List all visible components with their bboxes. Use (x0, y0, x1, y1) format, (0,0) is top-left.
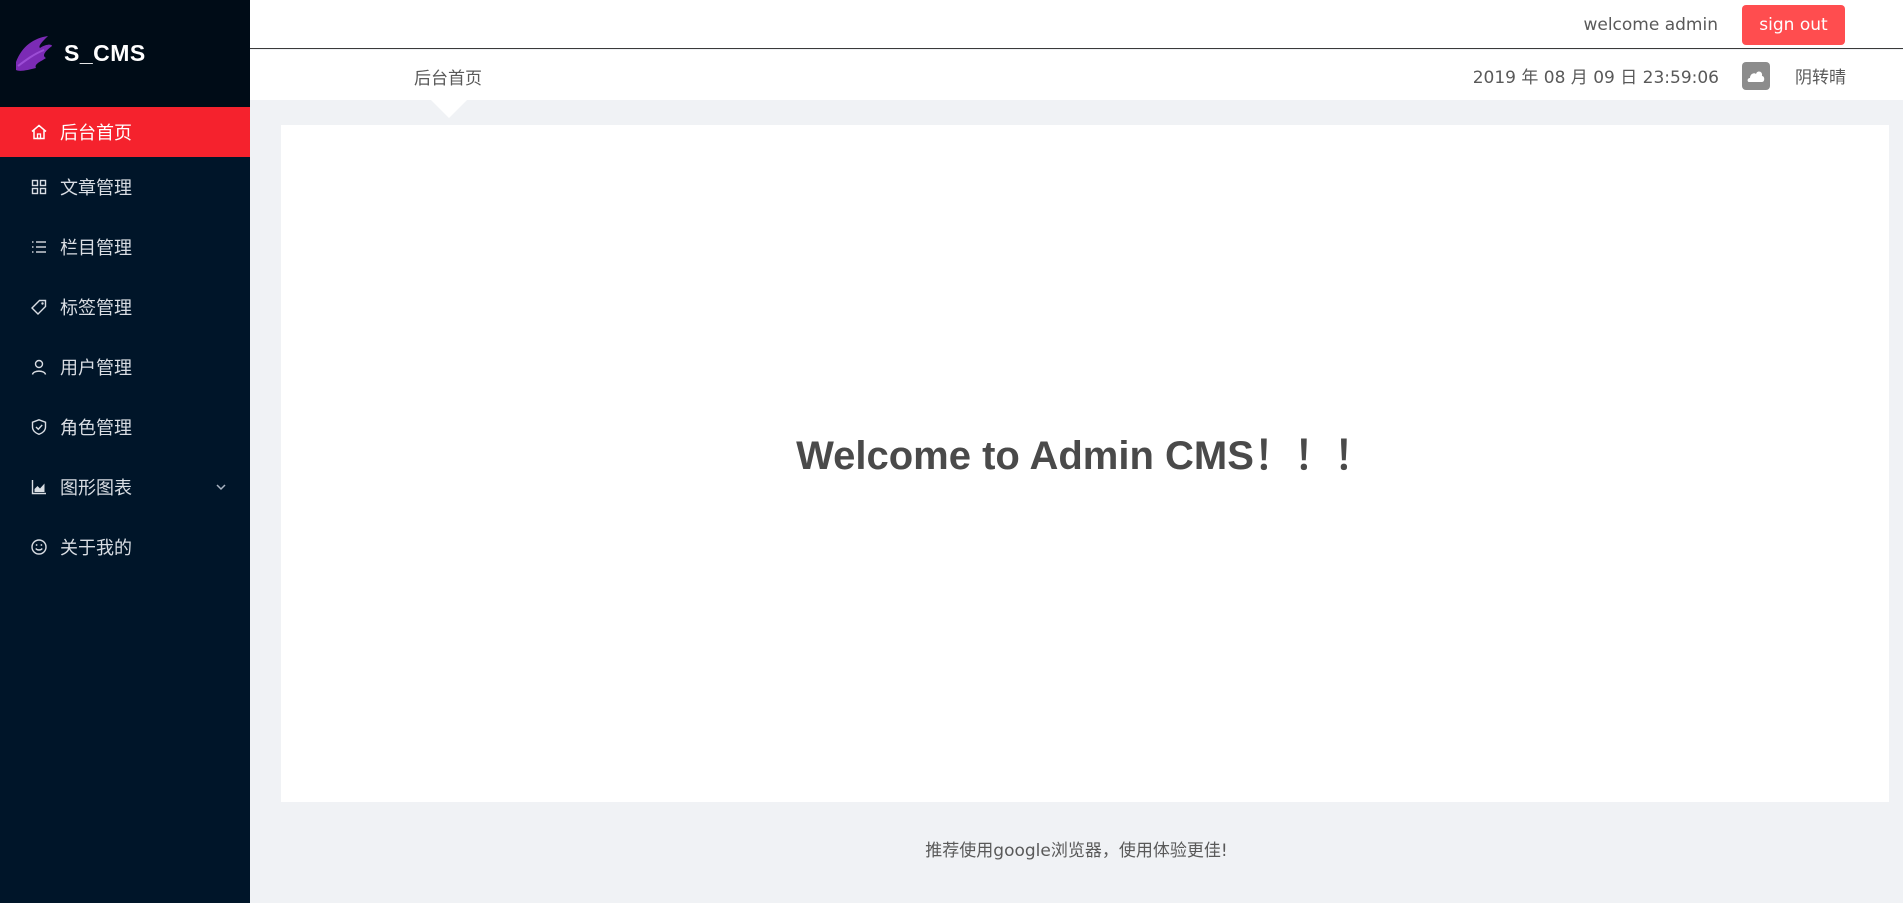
shield-icon (30, 418, 48, 436)
breadcrumb-pointer (431, 100, 467, 118)
sidebar-item-label: 图形图表 (60, 478, 132, 499)
brand-name: S_CMS (64, 40, 146, 66)
top-header: welcome admin sign out (250, 0, 1903, 49)
sidebar-item-dashboard[interactable]: 后台首页 (0, 107, 250, 157)
sidebar-item-roles[interactable]: 角色管理 (0, 397, 250, 457)
tag-icon (30, 298, 48, 316)
sidebar-item-charts[interactable]: 图形图表 (0, 457, 250, 517)
sidebar-item-users[interactable]: 用户管理 (0, 337, 250, 397)
home-icon (30, 123, 48, 141)
breadcrumb[interactable]: 后台首页 (414, 64, 482, 89)
sidebar-item-label: 标签管理 (60, 298, 132, 319)
main-content: Welcome to Admin CMS！！！ (281, 125, 1889, 802)
cloud-icon (1742, 62, 1770, 90)
sidebar-item-label: 栏目管理 (60, 238, 132, 259)
chevron-down-icon[interactable] (214, 480, 228, 494)
sign-out-button[interactable]: sign out (1742, 5, 1845, 45)
sidebar-item-columns[interactable]: 栏目管理 (0, 217, 250, 277)
sidebar-item-label: 后台首页 (60, 123, 132, 144)
grid-icon (30, 178, 48, 196)
weather-text: 阴转晴 (1795, 68, 1846, 88)
sub-header: 后台首页 2019 年 08 月 09 日 23:59:06 阴转晴 (250, 50, 1903, 118)
footer-note: 推荐使用google浏览器，使用体验更佳! (925, 841, 1228, 861)
welcome-text: welcome admin (1583, 15, 1718, 35)
brush-logo-icon (16, 35, 52, 71)
user-icon (30, 358, 48, 376)
sidebar-item-label: 角色管理 (60, 418, 132, 439)
sidebar-item-label: 关于我的 (60, 538, 132, 559)
sidebar-item-label: 用户管理 (60, 358, 132, 379)
sidebar-item-tags[interactable]: 标签管理 (0, 277, 250, 337)
chart-icon (30, 478, 48, 496)
sidebar-item-articles[interactable]: 文章管理 (0, 157, 250, 217)
sidebar-item-label: 文章管理 (60, 178, 132, 199)
welcome-headline: Welcome to Admin CMS！！！ (796, 433, 1374, 478)
list-icon (30, 238, 48, 256)
sidebar: S_CMS 后台首页 文章管理 栏目管理 标签管理 用户管理 角色管理 图形图表… (0, 0, 250, 903)
datetime-display: 2019 年 08 月 09 日 23:59:06 (1472, 68, 1719, 88)
sidebar-nav: 后台首页 文章管理 栏目管理 标签管理 用户管理 角色管理 图形图表 关于我的 (0, 107, 250, 577)
smile-icon (30, 538, 48, 556)
sidebar-item-about[interactable]: 关于我的 (0, 517, 250, 577)
logo[interactable]: S_CMS (0, 0, 250, 107)
